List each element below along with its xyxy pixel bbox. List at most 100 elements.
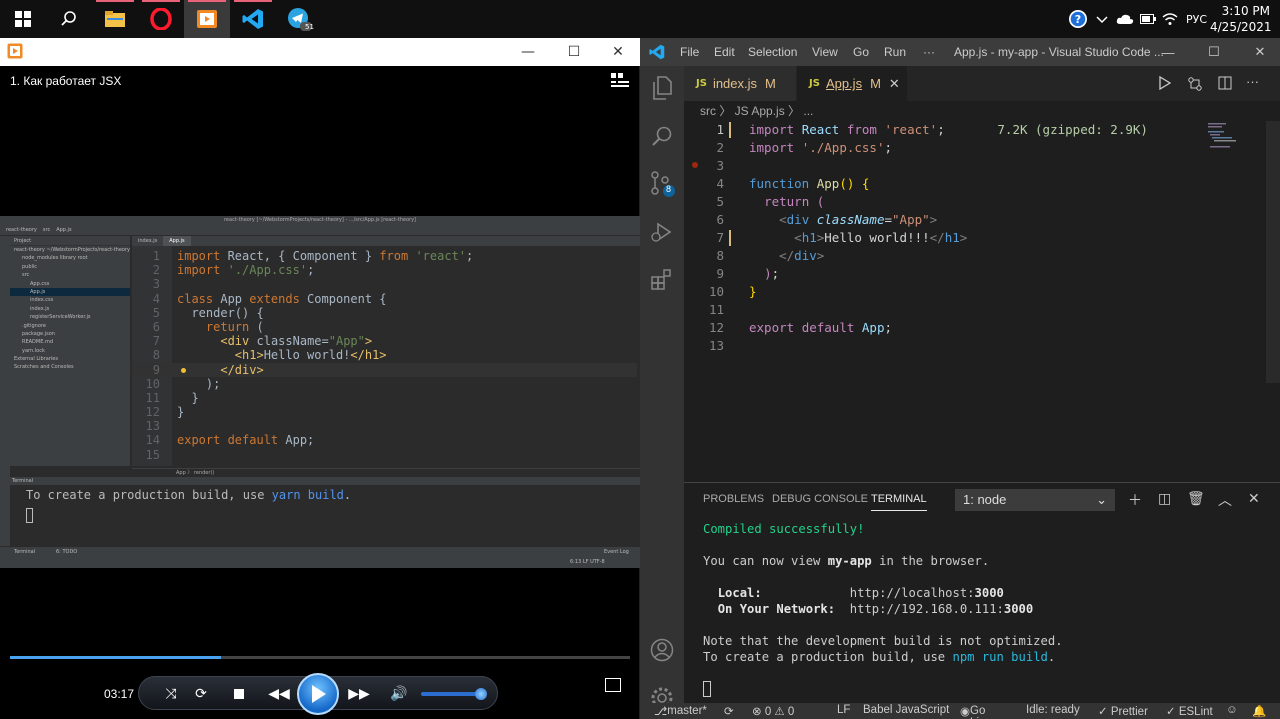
help-icon[interactable]: ? bbox=[1068, 10, 1088, 28]
extensions-icon[interactable] bbox=[640, 258, 684, 302]
player-close-button[interactable]: ✕ bbox=[598, 38, 638, 66]
ws-tree-item: registerServiceWorker.js bbox=[30, 314, 91, 321]
ws-bottom-bar: Terminal 6: TODO Event Log 6:13 LF UTF-8 bbox=[0, 547, 640, 568]
feedback-icon[interactable]: ☺ bbox=[1226, 704, 1238, 716]
run-file-icon[interactable] bbox=[1158, 75, 1172, 95]
vscode-close-button[interactable]: ✕ bbox=[1240, 38, 1280, 66]
player-minimize-button[interactable]: — bbox=[508, 38, 548, 66]
menu-view[interactable]: View bbox=[812, 45, 838, 59]
windows-start-icon[interactable] bbox=[0, 0, 46, 38]
volume-icon[interactable]: 🔊 bbox=[387, 677, 411, 711]
vscode-minimize-button[interactable]: — bbox=[1148, 38, 1188, 66]
ws-nav-project: react-theory bbox=[6, 226, 37, 233]
battery-icon[interactable] bbox=[1140, 10, 1156, 28]
tab-app-js[interactable]: JS App.js M ✕ bbox=[797, 66, 907, 101]
split-terminal-icon[interactable]: ◫ bbox=[1158, 490, 1171, 507]
cloud-icon[interactable] bbox=[1116, 10, 1134, 28]
terminal-select[interactable]: 1: node ⌄ bbox=[955, 489, 1115, 511]
tsserver-status[interactable]: Idle: ready bbox=[1026, 704, 1080, 716]
player-titlebar: — ☐ ✕ bbox=[0, 38, 640, 66]
vscode-taskbar-icon[interactable] bbox=[230, 0, 276, 38]
menu-more[interactable]: ··· bbox=[923, 45, 935, 59]
clock[interactable]: 3:10 PM 4/25/2021 bbox=[1210, 3, 1272, 35]
explorer-icon[interactable] bbox=[640, 66, 684, 110]
media-player-taskbar-icon[interactable] bbox=[184, 0, 230, 38]
terminal-view-line: You can now view my-app in the browser. bbox=[703, 554, 990, 568]
minimap[interactable] bbox=[1204, 121, 1268, 151]
terminal-select-value: 1: node bbox=[963, 492, 1007, 507]
shuffle-icon[interactable]: ⤨ bbox=[159, 677, 183, 711]
maximize-panel-icon[interactable]: ︿ bbox=[1218, 490, 1232, 510]
play-button[interactable] bbox=[297, 673, 339, 715]
problems-count[interactable]: ⊗ 0 ⚠ 0 bbox=[752, 704, 794, 718]
bottom-panel: PROBLEMS DEBUG CONSOLE TERMINAL 1: node … bbox=[684, 482, 1280, 703]
tab-close-icon[interactable]: ✕ bbox=[889, 76, 900, 92]
eol-indicator[interactable]: LF bbox=[837, 704, 850, 716]
vscode-maximize-button[interactable]: ☐ bbox=[1194, 38, 1234, 66]
code-line: 13 bbox=[145, 419, 160, 434]
ws-nav-file: App.js bbox=[56, 226, 72, 233]
trash-icon[interactable]: 🗑 bbox=[1187, 490, 1205, 507]
language-mode[interactable]: Babel JavaScript bbox=[863, 704, 949, 716]
go-live-button[interactable]: ◉ Go Live bbox=[960, 704, 991, 719]
new-terminal-icon[interactable]: ＋ bbox=[1128, 490, 1142, 510]
tab-terminal[interactable]: TERMINAL bbox=[871, 493, 927, 511]
ws-tree-item: node_modules library root bbox=[22, 255, 88, 262]
language-indicator[interactable]: РУС bbox=[1186, 10, 1207, 28]
more-actions-icon[interactable]: ··· bbox=[1246, 74, 1259, 89]
notifications-bell-icon[interactable]: 🔔 bbox=[1252, 704, 1266, 718]
search-icon[interactable] bbox=[640, 114, 684, 158]
seek-bar[interactable] bbox=[10, 656, 630, 659]
fullscreen-icon[interactable] bbox=[605, 678, 621, 692]
previous-button[interactable]: ◀◀ bbox=[261, 677, 297, 711]
run-debug-icon[interactable] bbox=[640, 210, 684, 254]
sync-icon[interactable]: ⟳ bbox=[724, 704, 734, 718]
tab-debug-console[interactable]: DEBUG CONSOLE bbox=[772, 493, 868, 505]
menu-edit[interactable]: Edit bbox=[714, 45, 735, 59]
source-control-icon[interactable]: 8 bbox=[640, 162, 684, 206]
code-line: 13 bbox=[708, 338, 724, 353]
terminal-output[interactable]: Compiled successfully! You can now view … bbox=[703, 521, 1063, 697]
file-explorer-icon[interactable] bbox=[92, 0, 138, 38]
modified-gutter-marker bbox=[729, 122, 731, 138]
ws-code-editor: 1 import React, { Component } from 'react… bbox=[132, 246, 637, 470]
menu-selection[interactable]: Selection bbox=[748, 45, 797, 59]
volume-slider[interactable] bbox=[421, 692, 483, 696]
tab-index-js[interactable]: JS index.js M bbox=[684, 66, 796, 101]
git-branch[interactable]: ⎇ master* bbox=[654, 704, 707, 718]
volume-slider-knob[interactable] bbox=[475, 688, 487, 700]
search-icon[interactable] bbox=[46, 0, 92, 38]
elapsed-time: 03:17 bbox=[104, 687, 135, 701]
chevron-up-icon[interactable] bbox=[1096, 10, 1108, 28]
menu-run[interactable]: Run bbox=[884, 45, 906, 59]
terminal-compiled: Compiled successfully! bbox=[703, 522, 865, 536]
close-panel-icon[interactable]: ✕ bbox=[1248, 490, 1260, 507]
telegram-icon[interactable]: 51 bbox=[276, 0, 322, 38]
window-title: App.js - my-app - Visual Studio Code ... bbox=[954, 45, 1164, 59]
repeat-icon[interactable]: ⟳ bbox=[189, 677, 213, 711]
video-title: 1. Как работает JSX bbox=[10, 74, 122, 88]
ws-left-toolstrip bbox=[0, 236, 10, 546]
playlist-icon[interactable] bbox=[611, 72, 629, 88]
code-editor[interactable]: 1 import React from 'react'; 7.2K (gzippe… bbox=[684, 121, 1267, 481]
menu-go[interactable]: Go bbox=[853, 45, 869, 59]
split-editor-icon[interactable] bbox=[1218, 76, 1232, 95]
tab-problems[interactable]: PROBLEMS bbox=[703, 493, 764, 505]
menu-file[interactable]: File bbox=[680, 45, 699, 59]
open-changes-icon[interactable] bbox=[1187, 76, 1203, 97]
editor-scrollbar[interactable] bbox=[1266, 121, 1280, 383]
stop-button[interactable] bbox=[227, 677, 251, 711]
prettier-status[interactable]: ✓ Prettier bbox=[1098, 704, 1148, 718]
ws-tree-list: react-theory ~/WebstormProjects/react-th… bbox=[10, 246, 130, 372]
terminal-cursor bbox=[703, 681, 711, 697]
ws-tree-item: .gitignore bbox=[22, 322, 46, 329]
wifi-icon[interactable] bbox=[1162, 10, 1178, 28]
import-cost: 7.2K (gzipped: 2.9K) bbox=[997, 122, 1148, 137]
account-icon[interactable] bbox=[640, 628, 684, 672]
opera-icon[interactable] bbox=[138, 0, 184, 38]
eslint-status[interactable]: ✓ ESLint bbox=[1166, 704, 1213, 718]
player-maximize-button[interactable]: ☐ bbox=[554, 38, 594, 66]
code-line: 10} bbox=[708, 284, 757, 299]
next-button[interactable]: ▶▶ bbox=[341, 677, 377, 711]
breadcrumb[interactable]: src 〉 JS App.js 〉 ... bbox=[684, 101, 1280, 121]
